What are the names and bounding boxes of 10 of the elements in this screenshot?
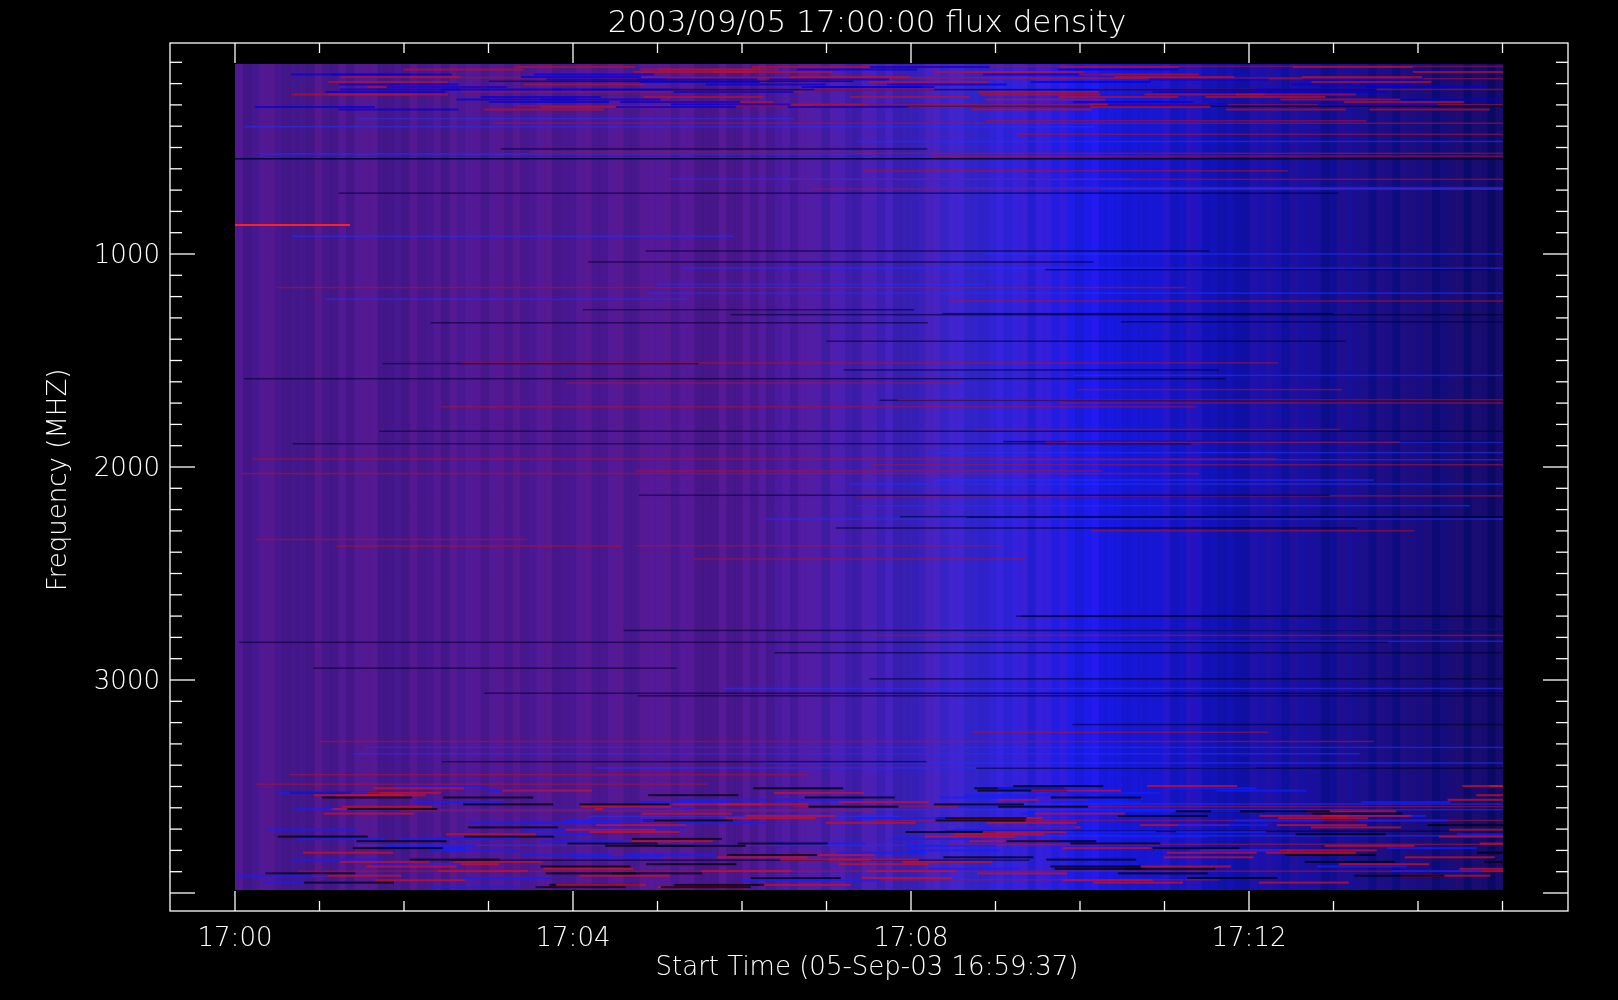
y-tick-label: 3000 (93, 665, 160, 695)
x-tick-label: 17:04 (535, 922, 611, 952)
y-axis-label: Frequency (MHZ) (42, 368, 72, 592)
chart-title: 2003/09/05 17:00:00 flux density (607, 3, 1127, 39)
y-tick-label: 2000 (93, 452, 160, 482)
x-tick-label: 17:12 (1211, 922, 1287, 952)
x-tick-label: 17:00 (197, 922, 273, 952)
x-axis-label: Start Time (05-Sep-03 16:59:37) (655, 951, 1079, 981)
x-tick-label: 17:08 (873, 922, 949, 952)
y-tick-label: 1000 (93, 239, 160, 269)
